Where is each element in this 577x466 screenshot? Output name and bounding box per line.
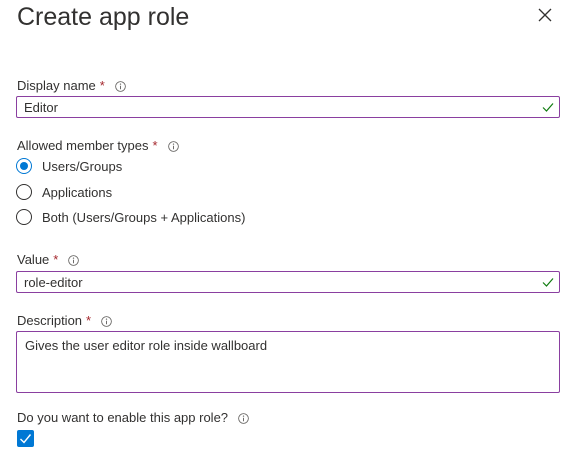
required-mark: *	[152, 138, 158, 153]
radio-applications[interactable]: Applications	[16, 184, 112, 200]
member-types-label: Allowed member types	[17, 138, 149, 153]
display-name-label-row: Display name *	[17, 78, 126, 94]
enable-label: Do you want to enable this app role?	[17, 410, 229, 425]
required-mark: *	[99, 78, 105, 93]
radio-button-selected[interactable]	[16, 158, 32, 174]
enable-label-row: Do you want to enable this app role?	[17, 410, 249, 426]
description-label: Description	[17, 313, 83, 328]
close-icon[interactable]	[536, 6, 554, 24]
value-field[interactable]	[16, 271, 560, 293]
description-field[interactable]: Gives the user editor role inside wallbo…	[16, 331, 560, 393]
description-label-row: Description *	[17, 313, 112, 329]
value-label: Value	[17, 252, 50, 267]
required-mark: *	[86, 313, 92, 328]
display-name-field[interactable]	[16, 96, 560, 118]
valid-check-icon	[542, 278, 554, 287]
radio-label: Applications	[42, 184, 113, 200]
radio-both[interactable]: Both (Users/Groups + Applications)	[16, 209, 245, 225]
info-icon[interactable]	[68, 254, 80, 266]
radio-label: Users/Groups	[42, 158, 123, 174]
info-icon[interactable]	[101, 315, 112, 327]
value-label-row: Value *	[17, 252, 80, 268]
display-name-input[interactable]	[17, 97, 534, 117]
enable-checkbox[interactable]	[17, 430, 34, 447]
radio-button[interactable]	[16, 209, 32, 225]
info-icon[interactable]	[167, 140, 179, 152]
page-title: Create app role	[17, 3, 190, 31]
radio-users-groups[interactable]: Users/Groups	[16, 158, 122, 174]
checkmark-icon	[20, 434, 32, 444]
valid-check-icon	[542, 103, 554, 112]
value-input[interactable]	[17, 272, 534, 292]
display-name-label: Display name	[17, 78, 96, 93]
info-icon[interactable]	[238, 412, 249, 424]
radio-button[interactable]	[16, 184, 32, 200]
required-mark: *	[53, 252, 59, 267]
radio-label: Both (Users/Groups + Applications)	[42, 209, 246, 225]
info-icon[interactable]	[115, 80, 126, 92]
member-types-label-row: Allowed member types *	[17, 138, 179, 154]
description-textarea[interactable]: Gives the user editor role inside wallbo…	[17, 332, 552, 390]
